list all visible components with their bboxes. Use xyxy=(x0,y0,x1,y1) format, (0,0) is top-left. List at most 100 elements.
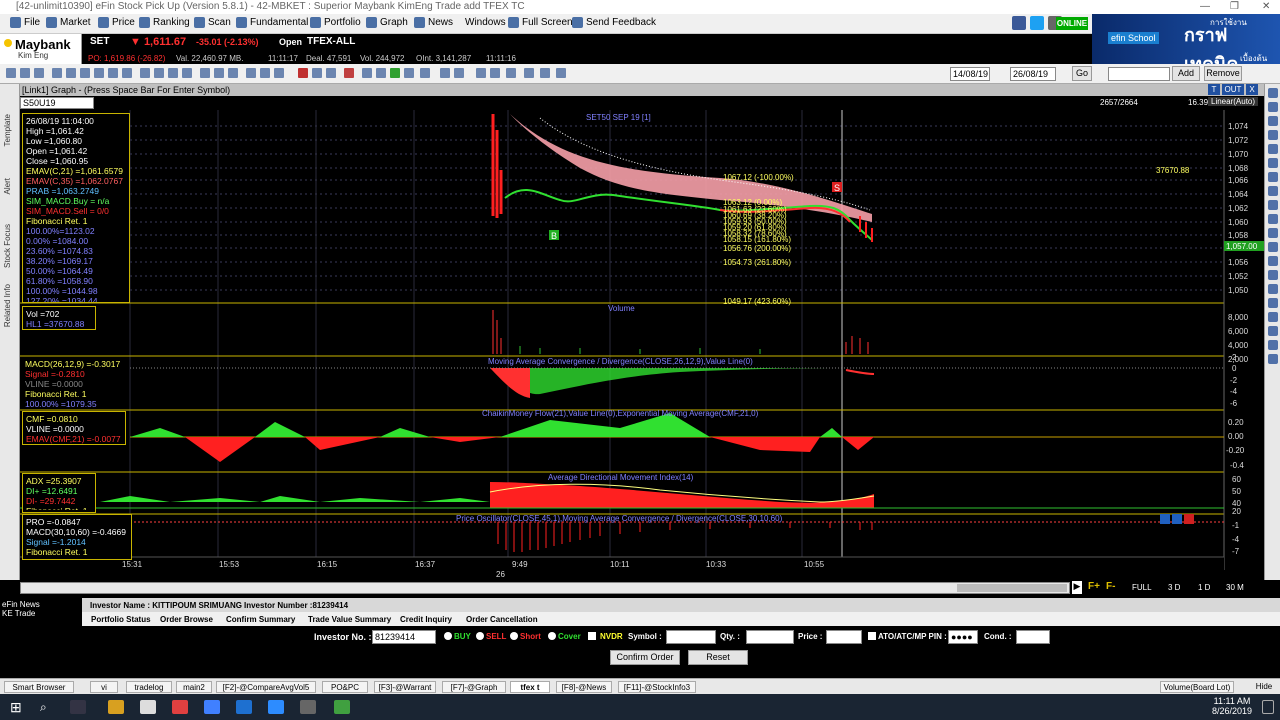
tab-portfolio-status[interactable]: Portfolio Status xyxy=(91,615,151,624)
chart-canvas[interactable]: B S SET50 SEP 19 [1] Volume Moving Avera… xyxy=(20,110,1264,580)
workspace-tab[interactable]: tradelog xyxy=(126,681,172,693)
candle-chart-icon[interactable] xyxy=(454,68,464,78)
workspace-tab[interactable]: vi xyxy=(90,681,118,693)
add-button[interactable]: Add xyxy=(1172,66,1200,81)
marker-tool-icon[interactable] xyxy=(228,68,238,78)
graph-close-button[interactable]: X xyxy=(1246,84,1258,95)
nvdr-checkbox[interactable] xyxy=(588,632,596,640)
menu-price[interactable]: Price xyxy=(98,17,135,28)
menu-graph[interactable]: Graph xyxy=(366,17,408,28)
date-to-input[interactable]: 26/08/19 xyxy=(1010,67,1056,81)
uf-icon[interactable] xyxy=(420,68,430,78)
right-tool-14-icon[interactable] xyxy=(1267,270,1278,280)
refresh-icon[interactable] xyxy=(390,68,400,78)
compare-symbol-select[interactable] xyxy=(1108,67,1170,81)
scale-mode[interactable]: Linear(Auto) xyxy=(1208,97,1259,106)
right-tool-3-icon[interactable] xyxy=(1267,116,1278,126)
vline-tool-icon[interactable] xyxy=(94,68,104,78)
text-tool-icon[interactable] xyxy=(200,68,210,78)
arc-tool-icon[interactable] xyxy=(168,68,178,78)
ke-trade-item[interactable]: KE Trade xyxy=(2,609,80,618)
ato-atc-checkbox[interactable] xyxy=(868,632,876,640)
fibonacci-tool-icon[interactable] xyxy=(140,68,150,78)
menu-portfolio[interactable]: Portfolio xyxy=(310,17,361,28)
tab-order-browse[interactable]: Order Browse xyxy=(160,615,213,624)
fit-icon[interactable] xyxy=(556,68,566,78)
right-tool-11-icon[interactable] xyxy=(1267,228,1278,238)
date-from-input[interactable]: 14/08/19 xyxy=(950,67,990,81)
qty-input[interactable] xyxy=(746,630,794,644)
right-tool-19-icon[interactable] xyxy=(1267,340,1278,350)
tab-confirm-summary[interactable]: Confirm Summary xyxy=(226,615,295,624)
tab-credit-inquiry[interactable]: Credit Inquiry xyxy=(400,615,452,624)
zoom-icon[interactable] xyxy=(268,700,284,714)
app-icon[interactable] xyxy=(300,700,316,714)
buy-radio[interactable] xyxy=(444,632,452,640)
board-lot-select[interactable]: Volume(Board Lot) xyxy=(1160,681,1234,693)
right-tool-10-icon[interactable] xyxy=(1267,214,1278,224)
indicator-icon[interactable] xyxy=(362,68,372,78)
panel-move-down-icon[interactable] xyxy=(1172,514,1182,524)
range-30m-button[interactable]: 30 M xyxy=(1226,583,1244,592)
order-symbol-input[interactable] xyxy=(666,630,716,644)
right-tool-9-icon[interactable] xyxy=(1267,200,1278,210)
right-tool-18-icon[interactable] xyxy=(1267,326,1278,336)
zoom-tool-icon[interactable] xyxy=(34,68,44,78)
bar-chart-icon[interactable] xyxy=(440,68,450,78)
ruler-tool-icon[interactable] xyxy=(274,68,284,78)
hide-button[interactable]: Hide xyxy=(1252,681,1276,693)
crosshair-tool-icon[interactable] xyxy=(20,68,30,78)
undo-icon[interactable] xyxy=(312,68,322,78)
scroll-right-icon[interactable] xyxy=(506,68,516,78)
range-1d-button[interactable]: 1 D xyxy=(1198,583,1210,592)
right-tool-15-icon[interactable] xyxy=(1267,284,1278,294)
circle-tool-icon[interactable] xyxy=(122,68,132,78)
hline-tool-icon[interactable] xyxy=(80,68,90,78)
right-tool-2-icon[interactable] xyxy=(1267,102,1278,112)
task-view-icon[interactable] xyxy=(70,700,86,714)
right-tool-13-icon[interactable] xyxy=(1267,256,1278,266)
right-tool-1-icon[interactable] xyxy=(1267,88,1278,98)
efin-news-item[interactable]: eFin News xyxy=(2,600,80,609)
delete-drawing-icon[interactable] xyxy=(298,68,308,78)
menu-send-feedback[interactable]: Send Feedback xyxy=(572,17,656,28)
menu-ranking[interactable]: Ranking xyxy=(139,17,190,28)
trendline-tool-icon[interactable] xyxy=(52,68,62,78)
right-tool-8-icon[interactable] xyxy=(1267,186,1278,196)
scroll-left-icon[interactable] xyxy=(476,68,486,78)
magnet-tool-icon[interactable] xyxy=(246,68,256,78)
cond-select[interactable] xyxy=(1016,630,1050,644)
compress-icon[interactable] xyxy=(540,68,550,78)
menu-news[interactable]: News xyxy=(414,17,453,28)
investor-no-select[interactable]: 81239414 xyxy=(372,630,436,644)
menu-file[interactable]: File xyxy=(10,17,40,28)
media-icon[interactable] xyxy=(172,700,188,714)
efin-taskbar-icon[interactable] xyxy=(334,700,350,714)
panel-move-up-icon[interactable] xyxy=(1160,514,1170,524)
workspace-tab[interactable]: [F8]-@News xyxy=(556,681,612,693)
side-tab-related-info[interactable]: Related Info xyxy=(3,284,12,327)
confirm-order-button[interactable]: Confirm Order xyxy=(610,650,680,665)
fan-tool-icon[interactable] xyxy=(182,68,192,78)
cursor-tool-icon[interactable] xyxy=(6,68,16,78)
minimize-icon[interactable]: — xyxy=(1200,0,1210,14)
pin-input[interactable]: ●●●● xyxy=(948,630,978,644)
side-tab-stock-focus[interactable]: Stock Focus xyxy=(3,224,12,268)
menu-scan[interactable]: Scan xyxy=(194,17,231,28)
print-icon[interactable] xyxy=(404,68,414,78)
side-tab-template[interactable]: Template xyxy=(3,114,12,146)
notifications-icon[interactable] xyxy=(1262,700,1274,714)
efin-school-banner[interactable]: efin School การใช้งาน กราฟเทคนิค เบื้องต… xyxy=(1092,14,1280,64)
graph-out-button[interactable]: OUT xyxy=(1222,84,1244,95)
tab-trade-value-summary[interactable]: Trade Value Summary xyxy=(308,615,391,624)
expand-icon[interactable] xyxy=(524,68,534,78)
price-input[interactable] xyxy=(826,630,862,644)
rect-tool-icon[interactable] xyxy=(108,68,118,78)
settings-icon[interactable] xyxy=(376,68,386,78)
right-tool-6-icon[interactable] xyxy=(1267,158,1278,168)
workspace-tab[interactable]: [F11]-@StockInfo3 xyxy=(618,681,696,693)
menu-market[interactable]: Market xyxy=(46,17,91,28)
remove-button[interactable]: Remove xyxy=(1204,66,1242,81)
arrow-tool-icon[interactable] xyxy=(214,68,224,78)
close-icon[interactable]: ✕ xyxy=(1262,0,1270,14)
